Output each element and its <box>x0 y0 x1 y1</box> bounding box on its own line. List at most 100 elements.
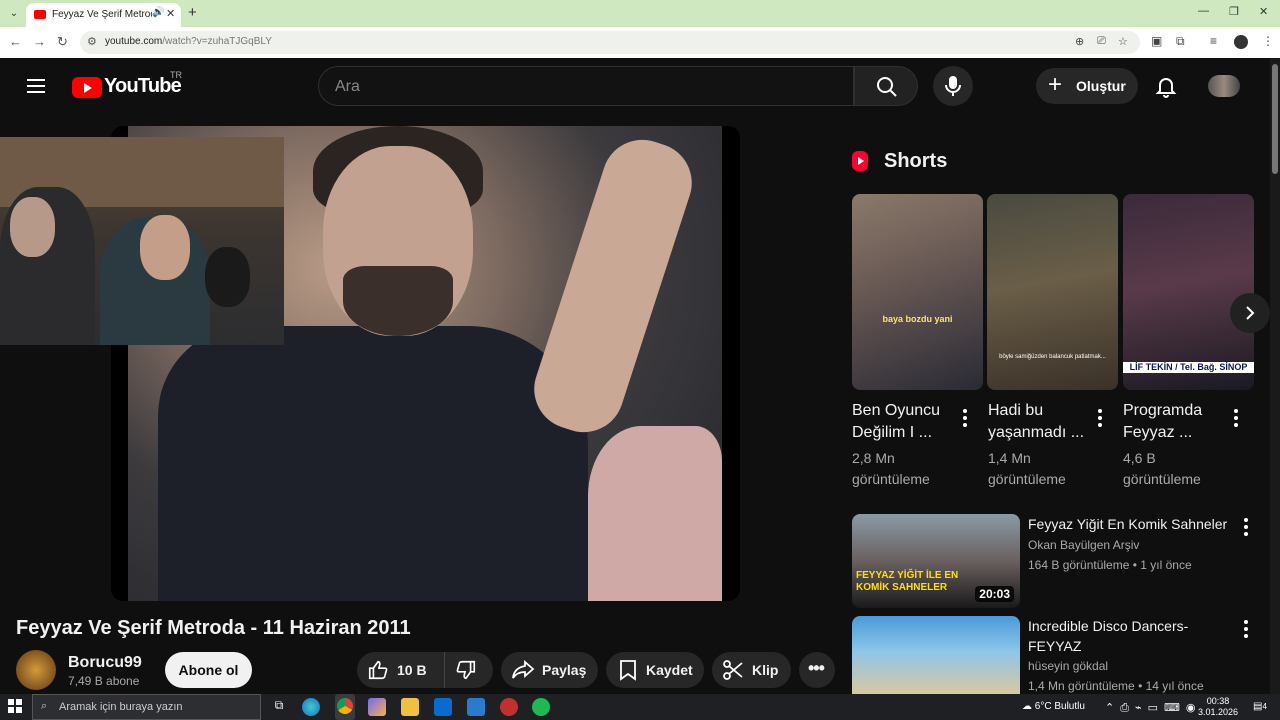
thumbs-down-icon <box>456 660 476 680</box>
shorts-heading: Shorts <box>884 150 948 172</box>
short-title[interactable]: Hadi bu yaşanmadı ... <box>988 400 1098 444</box>
store-icon[interactable] <box>467 698 485 716</box>
address-bar[interactable]: ⚙ youtube.com/watch?v=zuhaTJGqBLY ⊕ ⎚ ☆ <box>80 31 1140 54</box>
window-close-icon[interactable]: ✕ <box>1259 5 1268 18</box>
country-code: TR <box>170 70 182 80</box>
windows-taskbar: ⌕ Aramak için buraya yazın ⧉ ☁ 6°C Bulut… <box>0 694 1280 720</box>
edge-icon[interactable] <box>302 698 320 716</box>
short-caption: LİF TEKİN / Tel. Bağ. SİNOP <box>1123 362 1254 373</box>
share-label: Paylaş <box>542 662 587 678</box>
chrome-app-active[interactable] <box>335 694 355 720</box>
microphone-icon <box>945 76 961 96</box>
short-title[interactable]: Ben Oyuncu Değilim I ... <box>852 400 962 444</box>
audio-playing-icon[interactable]: 🔊 <box>152 7 164 18</box>
thumbs-up-icon <box>368 660 388 680</box>
back-arrow-icon[interactable]: ← <box>9 34 22 49</box>
browser-menu-icon[interactable]: ⋮ <box>1262 34 1274 48</box>
taskbar-search-placeholder: Aramak için buraya yazın <box>59 701 183 713</box>
clip-label: Klip <box>752 662 779 678</box>
short-menu-icon[interactable] <box>1234 409 1238 430</box>
taskbar-clock[interactable]: 00:38 3.01.2026 <box>1198 696 1238 718</box>
browser-tab-active[interactable]: Feyyaz Ve Şerif Metroda - 11 🔊 ✕ <box>26 3 181 27</box>
scroll-thumb[interactable] <box>1272 64 1278 174</box>
recommendation-meta: 164 B görüntüleme • 1 yıl önce <box>1028 558 1192 572</box>
file-explorer-icon[interactable] <box>401 698 419 716</box>
share-button[interactable]: Paylaş <box>501 652 598 688</box>
media-controls-icon[interactable]: ≡ <box>1210 34 1217 48</box>
browser-toolbar: ← → ↻ ⚙ youtube.com/watch?v=zuhaTJGqBLY … <box>0 27 1280 58</box>
forward-arrow-icon[interactable]: → <box>33 34 46 49</box>
spotify-icon[interactable] <box>532 698 550 716</box>
like-button[interactable]: 10 B <box>357 652 445 688</box>
short-menu-icon[interactable] <box>1098 409 1102 430</box>
clip-button[interactable]: Klip <box>712 652 791 688</box>
minimize-icon[interactable]: — <box>1198 5 1209 17</box>
short-menu-icon[interactable] <box>963 409 967 430</box>
recommendation-meta: 1,4 Mn görüntüleme • 14 yıl önce <box>1028 679 1204 693</box>
account-avatar[interactable] <box>1208 75 1240 97</box>
weather-widget[interactable]: ☁ 6°C Bulutlu <box>1022 701 1085 712</box>
install-app-icon[interactable]: ⎚ <box>1097 35 1106 48</box>
short-thumbnail[interactable]: baya bozdu yani <box>852 194 983 390</box>
voice-search-button[interactable] <box>933 66 973 106</box>
notifications-bell-icon[interactable] <box>1154 74 1178 103</box>
channel-name[interactable]: Borucu99 <box>68 654 142 672</box>
subscribe-button[interactable]: Abone ol <box>165 652 252 688</box>
site-info-icon[interactable]: ⚙ <box>87 35 97 48</box>
create-label: Oluştur <box>1076 78 1126 94</box>
short-title[interactable]: Programda Feyyaz ... <box>1123 400 1233 444</box>
recommendation-menu-icon[interactable] <box>1244 620 1248 641</box>
windows-start-icon[interactable] <box>8 699 22 713</box>
recommendation-channel[interactable]: Okan Bayülgen Arşiv <box>1028 536 1139 554</box>
short-thumbnail[interactable]: LİF TEKİN / Tel. Bağ. SİNOP <box>1123 194 1254 390</box>
extension-icon[interactable]: ▣ <box>1151 34 1162 48</box>
task-view-icon[interactable]: ⧉ <box>270 698 288 716</box>
video-title: Feyyaz Ve Şerif Metroda - 11 Haziran 201… <box>16 617 411 639</box>
bookmark-star-icon[interactable]: ☆ <box>1118 35 1128 48</box>
video-duration: 20:03 <box>975 586 1014 602</box>
recommendation-thumbnail[interactable]: FEYYAZ YİĞİT İLE EN KOMİK SAHNELER 20:03 <box>852 514 1020 608</box>
recommendation-thumbnail[interactable] <box>852 616 1020 694</box>
browser-profile-avatar[interactable] <box>1234 35 1248 49</box>
hamburger-menu-icon[interactable] <box>27 79 45 93</box>
extensions-puzzle-icon[interactable]: ⧉ <box>1176 34 1185 49</box>
microphone-image <box>205 247 250 307</box>
zoom-icon[interactable]: ⊕ <box>1075 35 1084 48</box>
notification-count: 4 <box>1262 702 1267 711</box>
recommendation-title[interactable]: Feyyaz Yiğit En Komik Sahneler <box>1028 514 1228 534</box>
taskbar-search-input[interactable]: ⌕ Aramak için buraya yazın <box>32 694 261 720</box>
tab-close-icon[interactable]: ✕ <box>166 7 175 20</box>
more-actions-button[interactable]: ••• <box>799 652 835 688</box>
save-button[interactable]: Kaydet <box>606 652 704 688</box>
url-text[interactable]: youtube.com/watch?v=zuhaTJGqBLY <box>105 36 272 47</box>
restore-icon[interactable]: ❐ <box>1229 5 1239 18</box>
plus-icon: + <box>1048 71 1063 98</box>
app-icon[interactable] <box>500 698 518 716</box>
tab-search-chevron-icon[interactable]: ⌄ <box>5 5 23 23</box>
youtube-logo-icon[interactable] <box>72 77 102 98</box>
search-button[interactable] <box>854 66 918 106</box>
notification-center-icon[interactable]: ▤4 <box>1253 701 1267 712</box>
shorts-next-button[interactable] <box>1230 293 1270 333</box>
new-tab-plus-icon[interactable]: + <box>188 4 197 21</box>
reload-icon[interactable]: ↻ <box>57 34 68 50</box>
clock-time: 00:38 <box>1206 696 1230 706</box>
thumbnail-caption: FEYYAZ YİĞİT İLE EN KOMİK SAHNELER <box>856 570 959 593</box>
recommendation-title[interactable]: Incredible Disco Dancers-FEYYAZ <box>1028 616 1218 656</box>
search-input[interactable]: Ara <box>318 66 854 106</box>
copilot-icon[interactable] <box>368 698 386 716</box>
chrome-icon <box>337 698 353 714</box>
scissors-icon <box>723 660 743 680</box>
dislike-button[interactable] <box>445 652 493 688</box>
search-placeholder: Ara <box>335 78 360 95</box>
recommendation-channel[interactable]: hüseyin gökdal <box>1028 657 1108 675</box>
page-scrollbar[interactable] <box>1270 58 1280 694</box>
short-caption: baya bozdu yani <box>882 314 953 324</box>
outlook-icon[interactable] <box>434 698 452 716</box>
short-thumbnail[interactable]: böyle samiğüzden balancuk patlatmak... <box>987 194 1118 390</box>
create-button[interactable]: + Oluştur <box>1036 68 1138 104</box>
channel-avatar[interactable] <box>16 650 56 690</box>
system-tray-icons[interactable]: ⌃⎙⌁▭⌨◉ <box>1105 701 1202 715</box>
recommendation-menu-icon[interactable] <box>1244 518 1248 539</box>
more-horizontal-icon: ••• <box>808 658 825 678</box>
